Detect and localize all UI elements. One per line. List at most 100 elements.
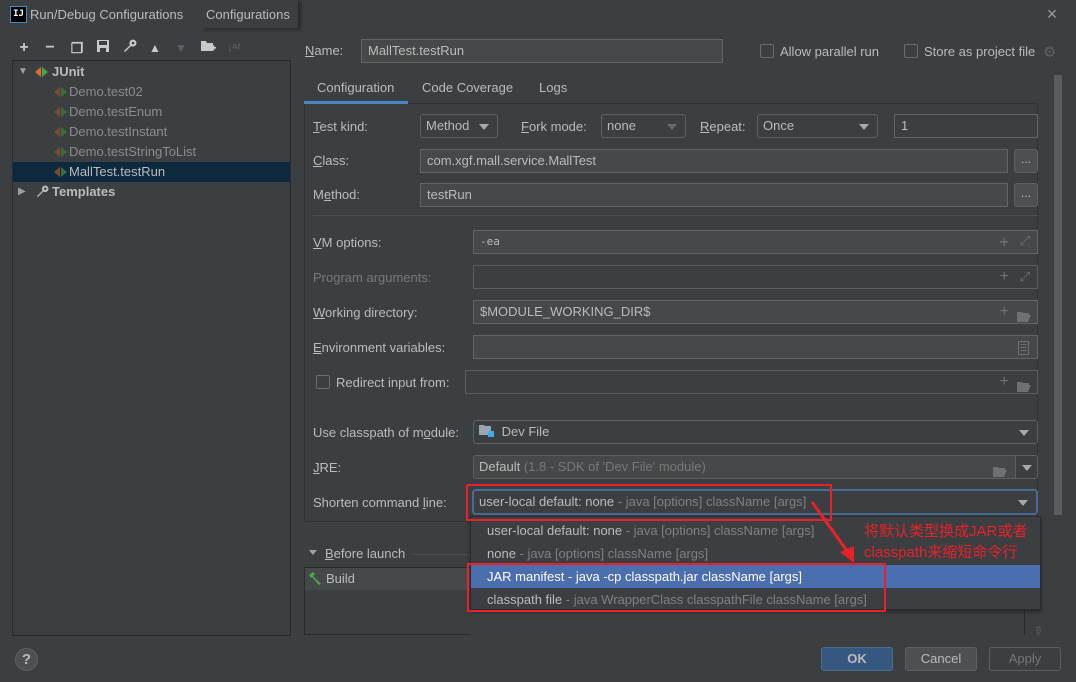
vm-options-input[interactable]: -ea + ⤢: [473, 230, 1038, 254]
intellij-app-icon: IJ: [10, 6, 27, 23]
folder-icon[interactable]: [1017, 377, 1031, 393]
classpath-module-value: Dev File: [501, 424, 550, 439]
plus-icon[interactable]: +: [1000, 304, 1009, 320]
tree-item[interactable]: Demo.testEnum: [13, 102, 290, 122]
classpath-module-select[interactable]: Dev File: [473, 420, 1038, 444]
new-folder-icon[interactable]: [199, 39, 217, 57]
annotation-arrow: [810, 501, 854, 563]
plus-icon[interactable]: +: [1000, 374, 1009, 390]
expand-icon[interactable]: ⤢: [1020, 234, 1030, 250]
classpath-module-label: Use classpath of module:: [313, 425, 459, 440]
tree-item-selected[interactable]: MallTest.testRun: [13, 162, 290, 182]
move-up-button[interactable]: ▲: [146, 39, 164, 57]
working-directory-input[interactable]: $MODULE_WORKING_DIR$ +: [473, 300, 1038, 324]
tree-item-label: MallTest.testRun: [69, 164, 166, 179]
gear-icon[interactable]: ⚙: [1043, 43, 1056, 61]
tree-group-label: JUnit: [52, 64, 85, 79]
junit-test-icon: [54, 126, 68, 138]
configuration-tree[interactable]: ▼ JUnit Demo.test02 Demo.testEnum Demo.t…: [12, 60, 291, 636]
redirect-input-checkbox[interactable]: [316, 375, 330, 389]
tree-group-templates[interactable]: ▶ Templates: [13, 182, 290, 202]
tree-item[interactable]: Demo.testStringToList: [13, 142, 290, 162]
folder-icon[interactable]: [1017, 307, 1031, 323]
option-label: user-local default: none: [487, 523, 623, 538]
close-icon[interactable]: ×: [1044, 5, 1060, 23]
redirect-input-label[interactable]: Redirect input from:: [336, 375, 449, 390]
tree-item[interactable]: Demo.testInstant: [13, 122, 290, 142]
window-title: Run/Debug Configurations: [30, 7, 184, 22]
cancel-button[interactable]: Cancel: [905, 647, 977, 671]
jre-input[interactable]: Default (1.8 - SDK of 'Dev File' module): [473, 455, 1016, 479]
allow-parallel-run-label[interactable]: Allow parallel run: [780, 44, 879, 59]
move-down-button[interactable]: ▼: [172, 39, 190, 57]
browse-class-button[interactable]: ...: [1014, 149, 1038, 173]
wrench-icon[interactable]: [120, 39, 138, 57]
test-kind-select[interactable]: Method: [420, 114, 498, 138]
ok-button[interactable]: OK: [821, 647, 893, 671]
repeat-label: Repeat:: [700, 119, 746, 134]
test-kind-label: Test kind:: [313, 119, 368, 134]
remove-configuration-button[interactable]: −: [41, 39, 59, 57]
folder-icon[interactable]: [993, 462, 1007, 484]
jre-label: JRE:: [313, 460, 342, 475]
environment-variables-input[interactable]: [473, 335, 1038, 359]
add-configuration-button[interactable]: +: [15, 39, 33, 57]
save-configuration-icon[interactable]: [94, 39, 112, 57]
build-hammer-icon: [308, 571, 323, 589]
annotation-highlight-options: [467, 563, 886, 612]
junit-test-icon: [54, 146, 68, 158]
scrollbar[interactable]: [1054, 75, 1062, 515]
tree-item[interactable]: Demo.test02: [13, 82, 290, 102]
option-hint: - java [options] className [args]: [625, 523, 815, 538]
section-divider: [313, 215, 1038, 216]
browse-method-button[interactable]: ...: [1014, 183, 1038, 207]
collapse-arrow-icon[interactable]: [309, 550, 317, 555]
tab-code-coverage[interactable]: Code Coverage: [422, 80, 513, 104]
program-arguments-input[interactable]: + ⤢: [473, 265, 1038, 289]
expand-icon[interactable]: ⤢: [1020, 269, 1030, 285]
wrench-icon: [35, 185, 49, 205]
expand-arrow-icon[interactable]: ▶: [18, 182, 28, 202]
tab-logs[interactable]: Logs: [539, 80, 567, 104]
jre-hint: (1.8 - SDK of 'Dev File' module): [523, 459, 706, 474]
method-input[interactable]: testRun: [420, 183, 1008, 207]
fork-mode-label: Fork mode:: [521, 119, 587, 134]
tree-item-label: Demo.test02: [69, 84, 143, 99]
allow-parallel-run-checkbox[interactable]: [760, 44, 774, 58]
document-icon[interactable]: [1018, 340, 1029, 358]
chevron-down-icon: [859, 124, 869, 130]
before-launch-task[interactable]: Build: [305, 568, 470, 590]
class-input[interactable]: com.xgf.mall.service.MallTest: [420, 149, 1008, 173]
plus-icon[interactable]: +: [999, 234, 1009, 250]
junit-icon: [35, 66, 49, 78]
store-as-project-file-checkbox[interactable]: [904, 44, 918, 58]
name-label: Name:: [305, 43, 344, 58]
plus-icon[interactable]: +: [1000, 269, 1009, 285]
configurations-tooltip: Configurations: [203, 0, 299, 28]
tree-group-label: Templates: [52, 184, 116, 199]
sort-alphabetically-icon[interactable]: ↓ᵃᶻ: [225, 39, 243, 57]
fork-mode-value: none: [607, 118, 636, 133]
collapse-arrow-icon[interactable]: ▼: [18, 62, 28, 82]
copy-configuration-icon[interactable]: ❐: [68, 39, 86, 57]
apply-button[interactable]: Apply: [989, 647, 1061, 671]
jre-dropdown-button[interactable]: [1015, 455, 1038, 479]
fork-mode-select[interactable]: none: [601, 114, 686, 138]
jre-value: Default: [479, 459, 521, 474]
chevron-down-icon: [479, 124, 489, 130]
help-button[interactable]: ?: [15, 648, 38, 671]
test-kind-value: Method: [426, 118, 470, 133]
repeat-count-input[interactable]: 1: [894, 114, 1038, 138]
repeat-select[interactable]: Once: [757, 114, 878, 138]
working-directory-label: Working directory:: [313, 305, 418, 320]
tree-group-junit[interactable]: ▼ JUnit: [13, 62, 290, 82]
working-directory-value: $MODULE_WORKING_DIR$: [480, 304, 651, 319]
vm-options-value: -ea: [480, 235, 500, 248]
annotation-highlight-current: [466, 484, 832, 521]
chevron-down-icon: [1022, 465, 1032, 471]
store-as-project-file-label[interactable]: Store as project file: [924, 44, 1035, 59]
name-input[interactable]: MallTest.testRun: [361, 39, 723, 63]
chevron-down-icon: [667, 124, 677, 130]
before-launch-label[interactable]: Before launch: [325, 546, 405, 561]
redirect-input-field[interactable]: +: [465, 370, 1038, 394]
